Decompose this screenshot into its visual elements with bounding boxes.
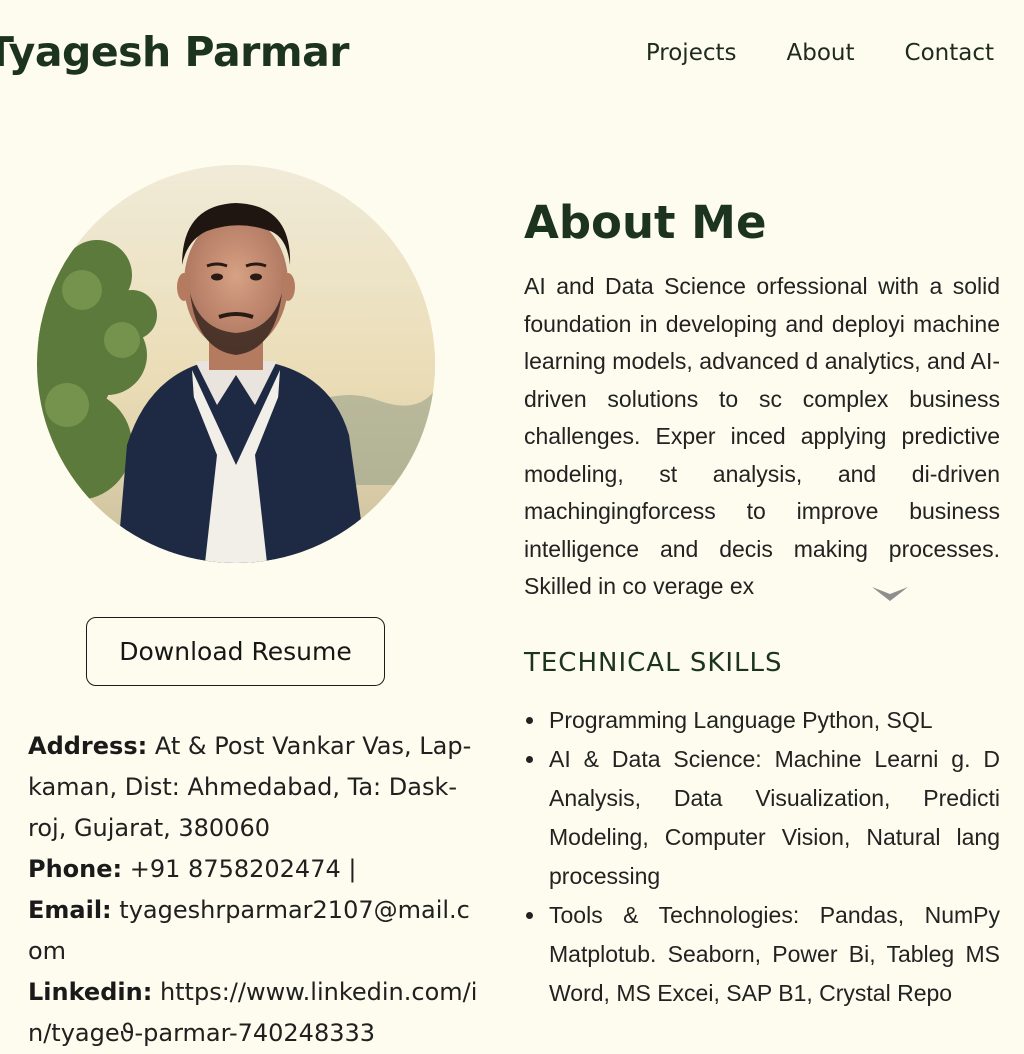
skills-list: Programming Language Python, SQL AI & Da… bbox=[524, 701, 1000, 1024]
skill-text: Tools & Technologies: Pandas, NumPy Matp… bbox=[549, 902, 1000, 1006]
nav-about[interactable]: About bbox=[787, 40, 855, 66]
profile-photo bbox=[37, 165, 435, 563]
list-item: AI & Data Science: Machine Learni g. D A… bbox=[524, 740, 1000, 896]
bullet-icon bbox=[526, 717, 533, 724]
email-line: Email: tyageshrparmar2107@mail.com bbox=[28, 890, 483, 972]
skill-text: AI & Data Science: Machine Learni g. D A… bbox=[549, 746, 1000, 889]
main-nav: Projects About Contact bbox=[646, 40, 994, 66]
download-resume-button[interactable]: Download Resume bbox=[86, 617, 385, 686]
bullet-icon bbox=[526, 756, 533, 763]
contact-details: Address: At & Post Vankar Vas, Lap-kaman… bbox=[28, 726, 483, 1054]
linkedin-label: Linkedin: bbox=[28, 978, 153, 1006]
phone-label: Phone: bbox=[28, 855, 123, 883]
phone-line: Phone: +91 8758202474 | bbox=[28, 849, 483, 890]
site-name[interactable]: Tyagesh Parmar bbox=[0, 28, 349, 76]
bullet-icon bbox=[526, 912, 533, 919]
nav-contact[interactable]: Contact bbox=[905, 40, 994, 66]
list-item: Tools & Technologies: Pandas, NumPy Matp… bbox=[524, 896, 1000, 1013]
linkedin-line: Linkedin: https://www.linkedin.com/in/ty… bbox=[28, 972, 483, 1054]
chevron-down-icon[interactable] bbox=[870, 585, 910, 603]
nav-projects[interactable]: Projects bbox=[646, 40, 737, 66]
address-line: Address: At & Post Vankar Vas, Lap-kaman… bbox=[28, 726, 483, 849]
portrait-illustration bbox=[37, 165, 435, 563]
email-label: Email: bbox=[28, 896, 112, 924]
address-label: Address: bbox=[28, 732, 148, 760]
technical-skills-heading: TECHNICAL SKILLS bbox=[524, 648, 783, 678]
about-heading: About Me bbox=[524, 196, 767, 249]
list-item: Programming Language Python, SQL bbox=[524, 701, 1000, 740]
about-text: AI and Data Science orfessional with a s… bbox=[524, 273, 1000, 599]
skill-text: Programming Language Python, SQL bbox=[549, 707, 933, 733]
phone-value: +91 8758202474 | bbox=[129, 855, 357, 883]
